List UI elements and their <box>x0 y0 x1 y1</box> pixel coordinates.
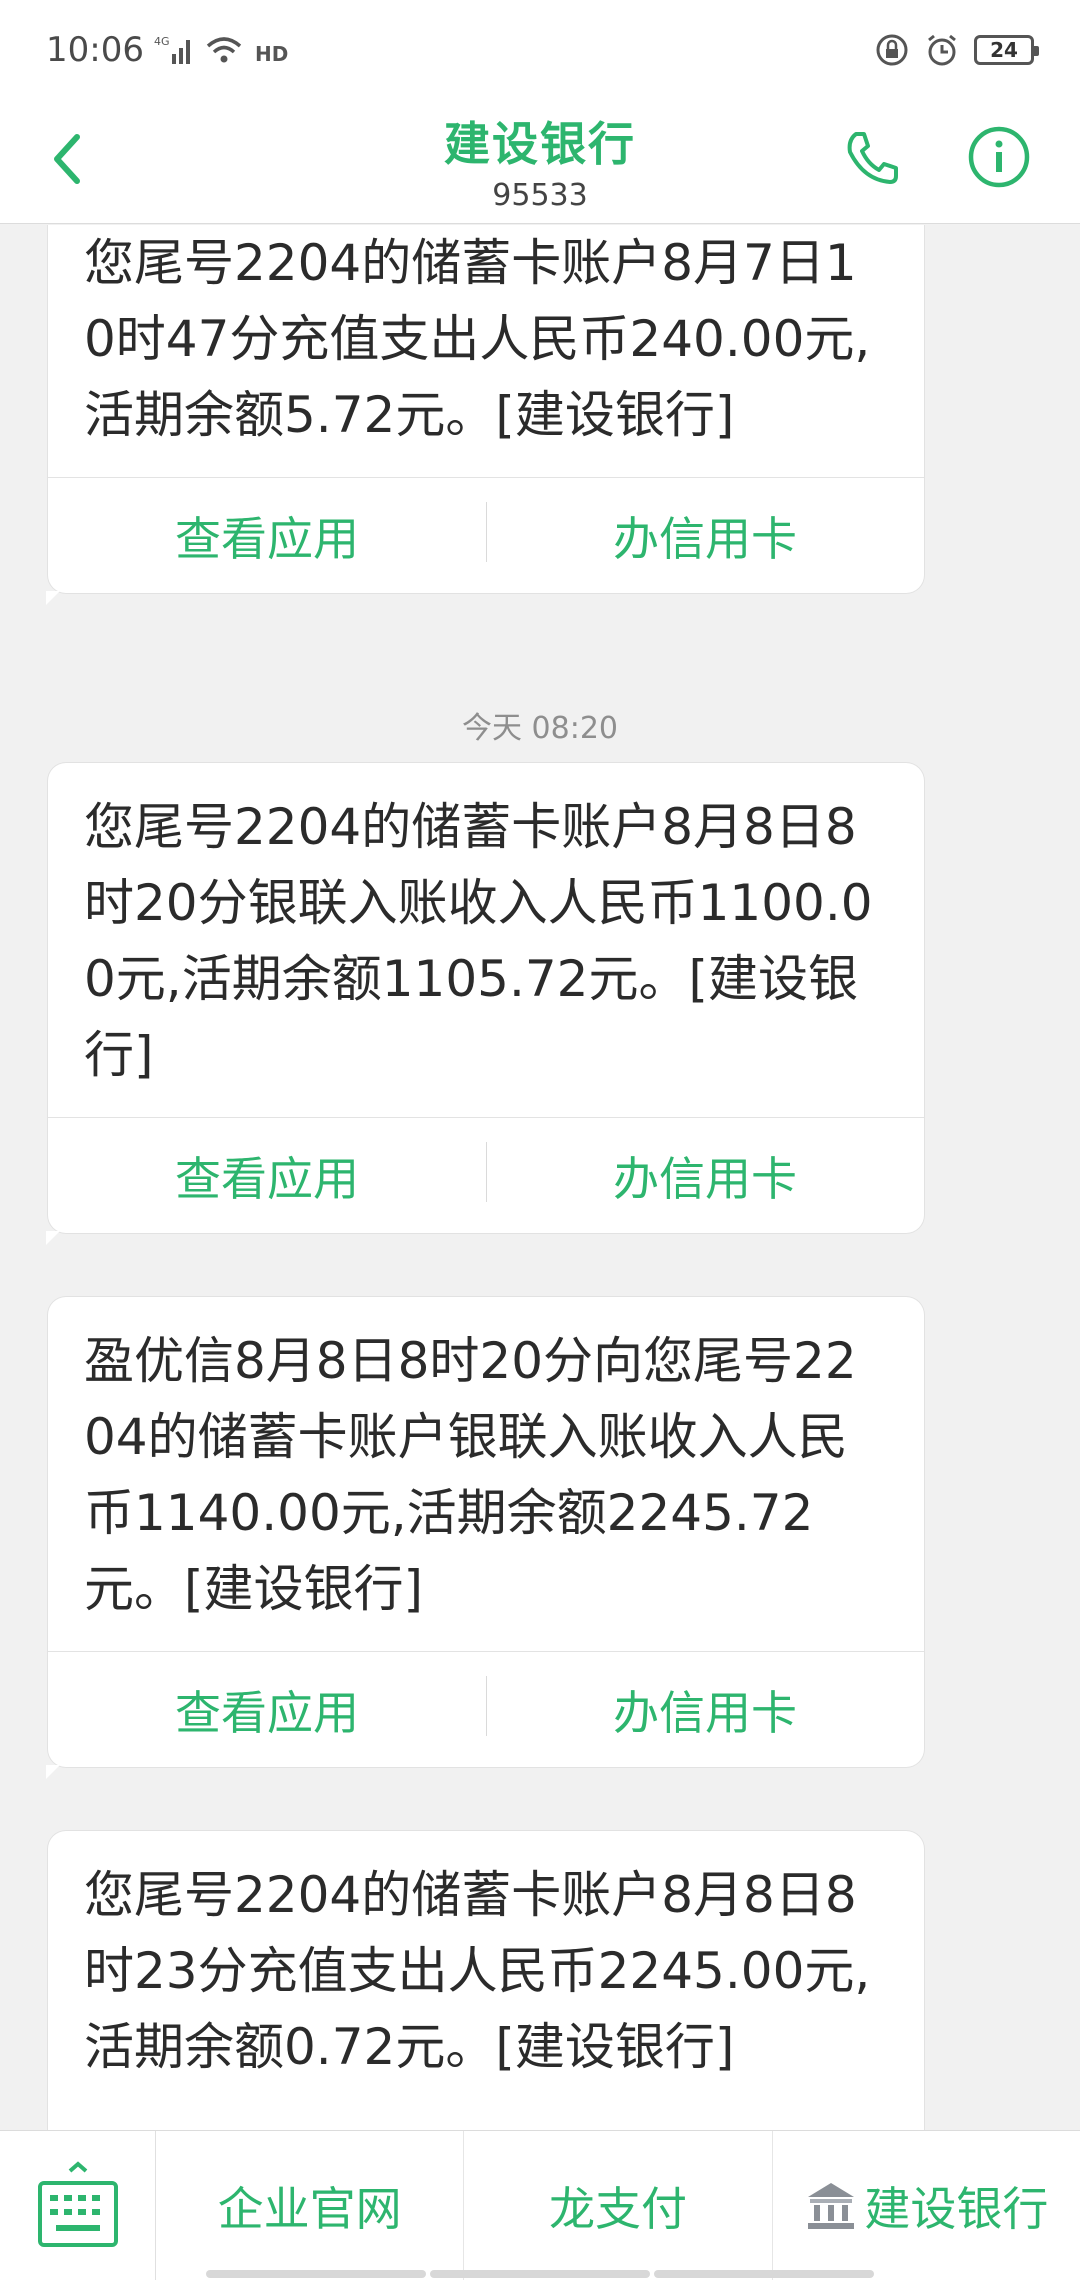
alarm-icon <box>924 32 960 68</box>
menu-label: 建设银行 <box>864 2181 1049 2236</box>
bank-icon <box>808 2182 855 2229</box>
message-bubble[interactable]: 您尾号2204的储蓄卡账户8月8日8时20分银联入账收入人民币1100.00元,… <box>46 763 924 1245</box>
view-app-button[interactable]: 查看应用 <box>48 1118 486 1233</box>
menu-label: 企业官网 <box>217 2181 402 2236</box>
message-text: 盈优信8月8日8时20分向您尾号2204的储蓄卡账户银联入账收入人民币1140.… <box>84 1332 857 1618</box>
message-list[interactable]: 您尾号2204的储蓄卡账户8月7日10时47分充值支出人民币240.00元,活期… <box>0 225 1080 2130</box>
menu-label: 龙支付 <box>548 2181 687 2236</box>
battery-icon: 24 <box>974 35 1039 65</box>
cellular-signal-icon: 4G <box>154 34 194 66</box>
contact-name: 建设银行 <box>444 117 636 171</box>
rotation-lock-icon <box>874 32 910 68</box>
home-indicator <box>0 2270 1080 2280</box>
menu-ccb[interactable]: 建设银行 <box>773 2131 1080 2280</box>
message-actions: 查看应用 办信用卡 <box>48 1117 924 1233</box>
wifi-icon <box>204 34 244 66</box>
message-text: 您尾号2204的储蓄卡账户8月8日8时20分银联入账收入人民币1100.00元,… <box>84 798 873 1084</box>
bubble-tail <box>46 1231 60 1245</box>
service-menu-bar: 企业官网 龙支付 建设银行 <box>0 2130 1080 2280</box>
bubble-tail <box>46 591 60 605</box>
info-icon <box>968 126 1030 188</box>
menu-long-pay[interactable]: 龙支付 <box>464 2131 773 2280</box>
apply-credit-card-button[interactable]: 办信用卡 <box>486 1118 924 1233</box>
view-app-button[interactable]: 查看应用 <box>48 478 486 593</box>
hd-icon: HD <box>254 34 288 66</box>
sms-conversation-screen: 10:06 4G HD 24 建设银行 95533 您尾号2204的储蓄卡账户8… <box>0 0 1080 2280</box>
message-text: 您尾号2204的储蓄卡账户8月8日8时23分充值支出人民币2245.00元,活期… <box>84 1866 871 2076</box>
conversation-header: 建设银行 95533 <box>0 100 1080 224</box>
phone-icon <box>847 132 898 184</box>
contact-title-block: 建设银行 95533 <box>0 108 1080 213</box>
info-button[interactable] <box>962 120 1036 194</box>
status-time: 10:06 <box>46 30 144 70</box>
battery-level: 24 <box>990 38 1018 62</box>
call-button[interactable] <box>836 122 908 194</box>
menu-official-website[interactable]: 企业官网 <box>156 2131 465 2280</box>
message-bubble[interactable]: 您尾号2204的储蓄卡账户8月7日10时47分充值支出人民币240.00元,活期… <box>46 225 924 605</box>
message-actions: 查看应用 办信用卡 <box>48 477 924 593</box>
message-bubble[interactable]: 盈优信8月8日8时20分向您尾号2204的储蓄卡账户银联入账收入人民币1140.… <box>46 1297 924 1779</box>
message-bubble[interactable]: 您尾号2204的储蓄卡账户8月8日8时23分充值支出人民币2245.00元,活期… <box>48 1831 924 2130</box>
bubble-tail <box>46 1765 60 1779</box>
keyboard-toggle-button[interactable] <box>0 2131 156 2280</box>
hd-label: HD <box>255 42 288 66</box>
status-right: 24 <box>874 32 1039 68</box>
message-timestamp: 今天 08:20 <box>462 711 618 746</box>
status-bar: 10:06 4G HD 24 <box>0 0 1080 100</box>
view-app-button[interactable]: 查看应用 <box>48 1652 486 1767</box>
contact-number: 95533 <box>492 178 588 213</box>
keyboard-icon <box>37 2161 118 2247</box>
network-type-label: 4G <box>154 35 170 48</box>
message-actions: 查看应用 办信用卡 <box>48 1651 924 1767</box>
apply-credit-card-button[interactable]: 办信用卡 <box>486 1652 924 1767</box>
status-left: 10:06 4G HD <box>46 30 288 70</box>
message-text: 您尾号2204的储蓄卡账户8月7日10时47分充值支出人民币240.00元,活期… <box>84 234 871 444</box>
apply-credit-card-button[interactable]: 办信用卡 <box>486 478 924 593</box>
